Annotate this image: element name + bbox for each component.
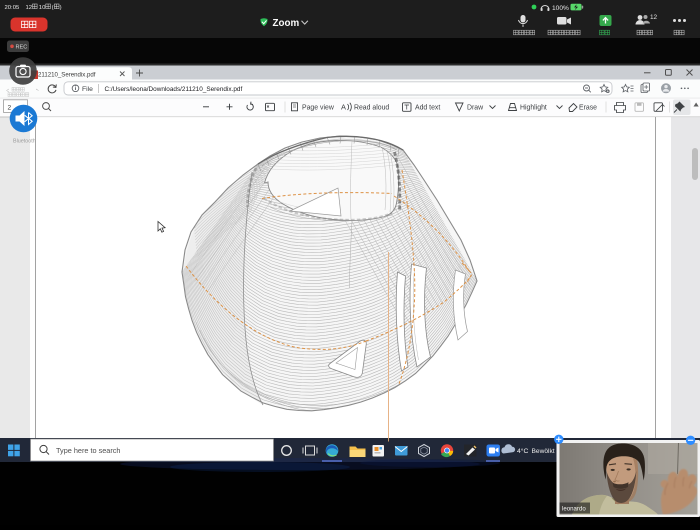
svg-text:4°C: 4°C bbox=[517, 447, 528, 455]
svg-text:211210_Serendix.pdf: 211210_Serendix.pdf bbox=[38, 71, 96, 78]
svg-text:Highlight: Highlight bbox=[520, 104, 547, 111]
svg-text:(: ( bbox=[52, 5, 54, 11]
svg-text:Bluetooth: Bluetooth bbox=[13, 139, 36, 145]
svg-text:Type here to search: Type here to search bbox=[56, 446, 121, 455]
svg-text:Erase: Erase bbox=[579, 104, 597, 111]
svg-text:20:05: 20:05 bbox=[5, 5, 20, 11]
svg-text:Bewölkt: Bewölkt bbox=[532, 448, 555, 455]
svg-text:2: 2 bbox=[8, 104, 12, 111]
svg-text:Add text: Add text bbox=[415, 104, 440, 111]
svg-text:REC: REC bbox=[16, 45, 28, 51]
svg-text:Page view: Page view bbox=[302, 104, 334, 111]
svg-text:Zoom: Zoom bbox=[273, 18, 300, 29]
svg-text:12: 12 bbox=[26, 5, 33, 11]
svg-text:A: A bbox=[341, 103, 346, 112]
svg-text:): ) bbox=[60, 5, 62, 11]
svg-text:Read aloud: Read aloud bbox=[354, 104, 389, 111]
svg-text:Draw: Draw bbox=[467, 104, 483, 111]
svg-text:10: 10 bbox=[39, 5, 46, 11]
svg-text:100%: 100% bbox=[552, 5, 569, 12]
svg-text:12: 12 bbox=[650, 14, 658, 21]
svg-text:leonardo: leonardo bbox=[562, 505, 586, 512]
svg-text:File: File bbox=[82, 86, 93, 93]
svg-text:C:/Users/leona/Downloads/21121: C:/Users/leona/Downloads/211210_Serendix… bbox=[105, 86, 243, 93]
